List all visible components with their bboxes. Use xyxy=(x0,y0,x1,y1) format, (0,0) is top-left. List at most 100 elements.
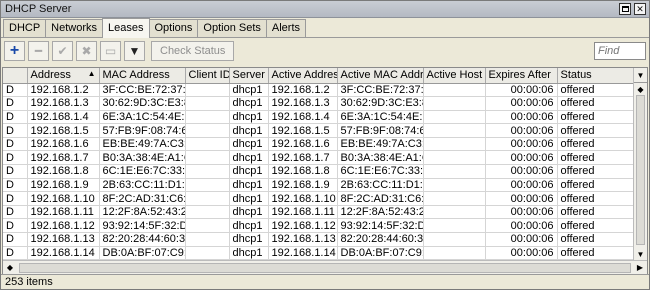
add-button[interactable]: + xyxy=(4,41,25,61)
remove-button[interactable]: ━ xyxy=(28,41,49,61)
title-bar: DHCP Server ✕ xyxy=(1,1,649,18)
cell-flag: D xyxy=(3,178,28,193)
col-server[interactable]: Server xyxy=(229,68,269,84)
scroll-down-icon[interactable]: ▼ xyxy=(634,248,647,260)
enable-button[interactable]: ✔ xyxy=(52,41,73,61)
cell-active-address: 192.168.1.3 xyxy=(268,96,338,111)
cell-active-address: 192.168.1.5 xyxy=(268,123,338,138)
cell-mac-address: 57:FB:9F:08:74:60 xyxy=(99,123,186,138)
scroll-left-icon[interactable]: ◆ xyxy=(3,263,17,272)
table-row[interactable]: D192.168.1.7B0:3A:38:4E:A1:C9dhcp1192.16… xyxy=(3,150,634,166)
cell-client-id xyxy=(185,232,230,247)
table-row[interactable]: D192.168.1.108F:2C:AD:31:C6:9Bdhcp1192.1… xyxy=(3,191,634,206)
table-row[interactable]: D192.168.1.92B:63:CC:11:D1:41dhcp1192.16… xyxy=(3,178,634,193)
comment-button[interactable]: ▭ xyxy=(100,41,121,61)
cell-mac-address: EB:BE:49:7A:C3:49 xyxy=(99,137,186,152)
window-title: DHCP Server xyxy=(5,3,72,15)
cell-active-address: 192.168.1.14 xyxy=(268,246,338,261)
col-active-address[interactable]: Active Address xyxy=(268,68,338,84)
scroll-right-icon[interactable]: ▶ xyxy=(633,263,647,272)
cell-address: 192.168.1.12 xyxy=(27,218,100,234)
check-status-button[interactable]: Check Status xyxy=(151,41,235,61)
find-input[interactable] xyxy=(594,42,646,60)
cell-active-mac: 6E:3A:1C:54:4E:75 xyxy=(337,110,424,125)
cell-flag: D xyxy=(3,150,28,166)
cell-address: 192.168.1.8 xyxy=(27,164,100,179)
table-row[interactable]: D192.168.1.86C:1E:E6:7C:33:1Adhcp1192.16… xyxy=(3,164,634,179)
cell-active-host xyxy=(423,137,486,152)
col-active-host[interactable]: Active Host ... xyxy=(423,68,486,84)
table-row[interactable]: D192.168.1.1112:2F:8A:52:43:2Bdhcp1192.1… xyxy=(3,205,634,220)
horizontal-scrollbar[interactable]: ◆ ▶ xyxy=(3,260,647,274)
cell-mac-address: 3F:CC:BE:72:37:03 xyxy=(99,83,186,98)
table-row[interactable]: D192.168.1.23F:CC:BE:72:37:03dhcp1192.16… xyxy=(3,83,634,98)
cell-address: 192.168.1.4 xyxy=(27,110,100,125)
cell-server: dhcp1 xyxy=(229,246,269,261)
col-address[interactable]: Address ▲ xyxy=(27,68,100,84)
cell-flag: D xyxy=(3,191,28,206)
maximize-icon xyxy=(621,6,629,12)
cell-active-mac: 30:62:9D:3C:E3:82 xyxy=(337,96,424,111)
cell-server: dhcp1 xyxy=(229,205,269,220)
vertical-scroll-thumb[interactable] xyxy=(636,95,645,245)
cell-server: dhcp1 xyxy=(229,137,269,152)
dhcp-server-window: DHCP Server ✕ DHCP Networks Leases Optio… xyxy=(0,0,650,290)
cell-server: dhcp1 xyxy=(229,96,269,111)
tab-options[interactable]: Options xyxy=(148,19,199,37)
maximize-button[interactable] xyxy=(619,3,631,15)
cell-status: offered xyxy=(557,246,634,261)
cell-client-id xyxy=(185,96,230,111)
close-button[interactable]: ✕ xyxy=(634,3,646,15)
cell-address: 192.168.1.9 xyxy=(27,178,100,193)
table-row[interactable]: D192.168.1.330:62:9D:3C:E3:82dhcp1192.16… xyxy=(3,96,634,111)
disable-button[interactable]: ✖ xyxy=(76,41,97,61)
cell-expires-after: 00:00:06 xyxy=(485,96,558,111)
col-status[interactable]: Status xyxy=(557,68,634,84)
tab-option-sets[interactable]: Option Sets xyxy=(197,19,267,37)
table-row[interactable]: D 192.168.1.12 93:92:14:5F:32:D9 dhcp1 192.1… xyxy=(3,218,634,234)
plus-icon: + xyxy=(9,42,20,59)
minus-icon: ━ xyxy=(34,44,43,58)
leases-table: Address ▲ MAC Address Client ID Server Ac… xyxy=(2,67,648,275)
col-client-id[interactable]: Client ID xyxy=(185,68,230,84)
table-row[interactable]: D 192.168.1.5 57:FB:9F:08:74:60 dhcp1 192.16… xyxy=(3,123,634,138)
cell-expires-after: 00:00:06 xyxy=(485,205,558,220)
vertical-scrollbar[interactable]: ▼ ◆ ▼ xyxy=(633,68,647,260)
cell-flag: D xyxy=(3,123,28,138)
col-flags[interactable] xyxy=(3,68,28,84)
cell-expires-after: 00:00:06 xyxy=(485,150,558,166)
cell-active-host xyxy=(423,205,486,220)
cell-active-host xyxy=(423,164,486,179)
filter-button[interactable]: ▼ xyxy=(124,41,145,61)
cell-address: 192.168.1.10 xyxy=(27,191,100,206)
cell-mac-address: DB:0A:BF:07:C9:B3 xyxy=(99,246,186,261)
cell-active-mac: B0:3A:38:4E:A1:C9 xyxy=(337,150,424,166)
cell-server: dhcp1 xyxy=(229,123,269,138)
table-row[interactable]: D192.168.1.14DB:0A:BF:07:C9:B3dhcp1192.1… xyxy=(3,246,634,261)
cell-active-mac: 12:2F:8A:52:43:2B xyxy=(337,205,424,220)
col-expires-after[interactable]: Expires After xyxy=(485,68,558,84)
tab-leases[interactable]: Leases xyxy=(102,18,150,38)
tab-networks[interactable]: Networks xyxy=(45,19,104,37)
tab-dhcp[interactable]: DHCP xyxy=(3,19,47,37)
cell-expires-after: 00:00:06 xyxy=(485,246,558,261)
filter-icon: ▼ xyxy=(128,44,141,58)
cell-active-mac: 57:FB:9F:08:74:60 xyxy=(337,123,424,138)
table-row[interactable]: D 192.168.1.13 82:20:28:44:60:30 dhcp1 192.1… xyxy=(3,232,634,247)
cell-expires-after: 00:00:06 xyxy=(485,191,558,206)
table-row[interactable]: D192.168.1.46E:3A:1C:54:4E:75dhcp1192.16… xyxy=(3,110,634,125)
cell-status: offered xyxy=(557,205,634,220)
scroll-up-icon[interactable]: ◆ xyxy=(634,83,647,95)
cell-status: offered xyxy=(557,218,634,234)
cell-server: dhcp1 xyxy=(229,150,269,166)
col-mac-address[interactable]: MAC Address xyxy=(99,68,186,84)
cell-active-address: 192.168.1.8 xyxy=(268,164,338,179)
column-menu-icon[interactable]: ▼ xyxy=(634,68,647,83)
cell-mac-address: 6E:3A:1C:54:4E:75 xyxy=(99,110,186,125)
tab-alerts[interactable]: Alerts xyxy=(265,19,307,37)
table-row[interactable]: D192.168.1.6EB:BE:49:7A:C3:49dhcp1192.16… xyxy=(3,137,634,152)
cell-client-id xyxy=(185,205,230,220)
cell-active-address: 192.168.1.7 xyxy=(268,150,338,166)
col-active-mac[interactable]: Active MAC Addre... xyxy=(337,68,424,84)
horizontal-scroll-thumb[interactable] xyxy=(19,262,631,273)
